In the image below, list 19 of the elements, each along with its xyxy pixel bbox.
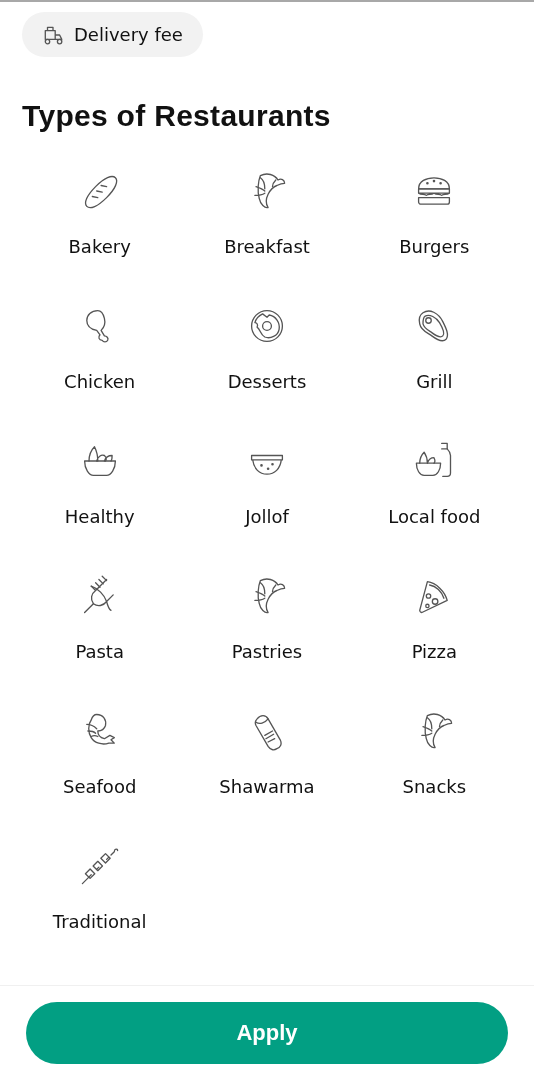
category-label[interactable]: Grill bbox=[416, 371, 453, 392]
category-label[interactable]: Breakfast bbox=[224, 236, 310, 257]
category-label[interactable]: Bakery bbox=[68, 236, 131, 257]
scooter-icon bbox=[42, 24, 64, 45]
category-label[interactable]: Traditional bbox=[52, 911, 147, 932]
category-label[interactable]: Seafood bbox=[63, 776, 137, 797]
category-label[interactable]: Local food bbox=[388, 506, 481, 527]
category-label[interactable]: Pasta bbox=[75, 641, 124, 662]
category-label[interactable]: Healthy bbox=[64, 506, 135, 527]
category-label[interactable]: Burgers bbox=[399, 236, 470, 257]
category-label[interactable]: Jollof bbox=[245, 506, 289, 527]
section-title: Types of Restaurants bbox=[22, 99, 332, 133]
category-label[interactable]: Snacks bbox=[402, 776, 467, 797]
category-label[interactable]: Desserts bbox=[227, 371, 307, 392]
category-label[interactable]: Pizza bbox=[411, 641, 457, 662]
delivery-fee-chip[interactable]: Delivery fee bbox=[22, 12, 203, 57]
category-label[interactable]: Chicken bbox=[64, 371, 136, 392]
category-label[interactable]: Pastries bbox=[231, 641, 303, 662]
category-label[interactable]: Shawarma bbox=[219, 776, 315, 797]
